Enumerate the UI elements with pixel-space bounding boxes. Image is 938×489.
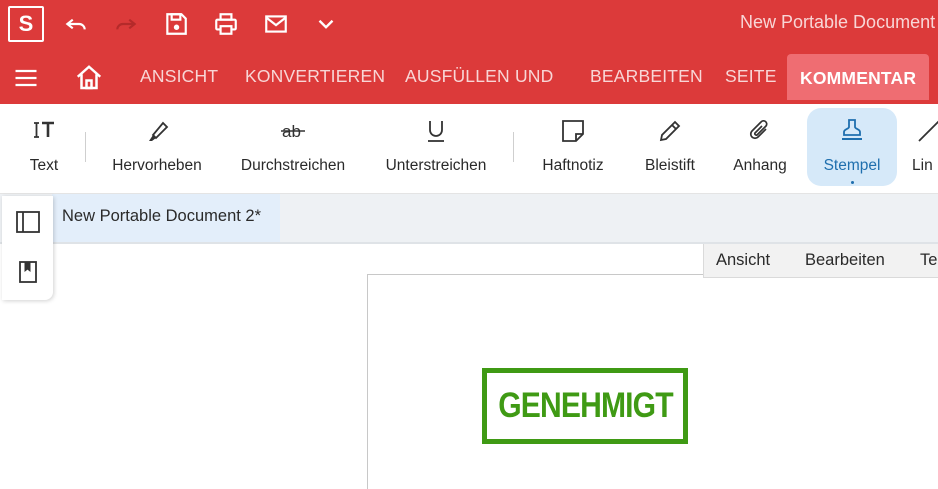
floating-menu-bar: Ansicht Bearbeiten Te — [703, 244, 938, 278]
print-button[interactable] — [209, 8, 243, 40]
side-panel — [2, 196, 53, 300]
tab-ansicht[interactable]: ANSICHT — [140, 66, 218, 87]
text-icon — [34, 121, 54, 138]
text-tool-label: Text — [29, 157, 59, 174]
pencil-icon — [659, 120, 681, 142]
chevron-down-icon — [318, 19, 334, 29]
mail-icon — [265, 15, 287, 33]
title-bar: S New Portable Document 2 — [0, 0, 938, 50]
tab-bearbeiten[interactable]: BEARBEITEN — [590, 66, 703, 87]
highlight-tool-button[interactable]: Hervorheben — [106, 116, 208, 186]
selected-indicator — [850, 181, 854, 184]
strikethrough-icon: ab — [281, 122, 305, 141]
stamp-tool-label: Stempel — [823, 157, 881, 174]
ribbon-tab-bar: ANSICHT KONVERTIEREN AUSFÜLLEN UND BEARB… — [0, 50, 938, 104]
pencil-tool-button[interactable]: Bleistift — [636, 116, 704, 186]
window-title: New Portable Document 2 — [740, 12, 938, 32]
more-dropdown-button[interactable] — [309, 8, 343, 40]
redo-button[interactable] — [109, 8, 143, 40]
underline-icon — [428, 121, 444, 142]
undo-icon — [65, 18, 86, 30]
home-icon[interactable] — [74, 63, 104, 93]
attachment-tool-label: Anhang — [733, 157, 787, 174]
tab-konvertieren[interactable]: KONVERTIEREN — [245, 66, 385, 87]
stamp-tool-button[interactable]: Stempel — [807, 108, 897, 186]
stamp-icon — [842, 119, 862, 140]
redo-icon — [116, 18, 137, 30]
comment-toolbar: Text Hervorheben ab Durchstreichen Unter… — [0, 104, 938, 194]
strikethrough-tool-label: Durchstreichen — [240, 157, 346, 174]
tab-ausfuellen-und[interactable]: AUSFÜLLEN UND — [405, 66, 553, 87]
document-tab-label: New Portable Document 2* — [62, 207, 262, 225]
tab-kommentar[interactable]: KOMMENTAR — [787, 54, 930, 100]
save-icon — [166, 13, 187, 35]
menu-ansicht[interactable]: Ansicht — [716, 251, 770, 270]
sticky-note-tool-button[interactable]: Haftnotiz — [534, 116, 612, 186]
app-logo[interactable]: S — [8, 6, 44, 42]
line-tool-label: Lin — [912, 157, 933, 174]
undo-button[interactable] — [59, 8, 93, 40]
line-tool-button[interactable]: Lin — [912, 116, 938, 186]
underline-tool-label: Unterstreichen — [385, 157, 487, 174]
print-icon — [215, 13, 237, 35]
sticky-note-icon — [562, 120, 584, 142]
paperclip-icon — [749, 119, 768, 140]
tab-seite[interactable]: SEITE — [725, 66, 777, 87]
hamburger-menu-icon[interactable] — [12, 64, 40, 92]
text-tool-button[interactable]: Text — [22, 116, 66, 186]
toolbar-divider — [513, 132, 514, 162]
attachment-tool-button[interactable]: Anhang — [728, 116, 792, 186]
bookmark-icon[interactable] — [14, 258, 42, 286]
pencil-tool-label: Bleistift — [645, 157, 695, 174]
document-tab-strip: New Portable Document 2* — [0, 194, 938, 244]
line-icon — [918, 120, 938, 142]
menu-bearbeiten[interactable]: Bearbeiten — [805, 251, 885, 270]
stamp-text: GENEHMIGT — [497, 386, 673, 425]
highlight-tool-label: Hervorheben — [112, 157, 202, 174]
menu-te[interactable]: Te — [920, 251, 937, 270]
approved-stamp[interactable]: GENEHMIGT — [482, 368, 688, 444]
document-tab[interactable]: New Portable Document 2* — [52, 194, 280, 242]
email-button[interactable] — [259, 8, 293, 40]
sticky-note-tool-label: Haftnotiz — [542, 157, 604, 174]
underline-tool-button[interactable]: Unterstreichen — [378, 116, 494, 186]
save-button[interactable] — [159, 8, 193, 40]
strikethrough-tool-button[interactable]: ab Durchstreichen — [233, 116, 353, 186]
toolbar-divider — [85, 132, 86, 162]
highlighter-icon — [149, 121, 169, 141]
app-window: S New Portable Document 2 ANSICHT KONVER… — [0, 0, 938, 489]
sidebar-toggle-icon[interactable] — [14, 208, 42, 236]
